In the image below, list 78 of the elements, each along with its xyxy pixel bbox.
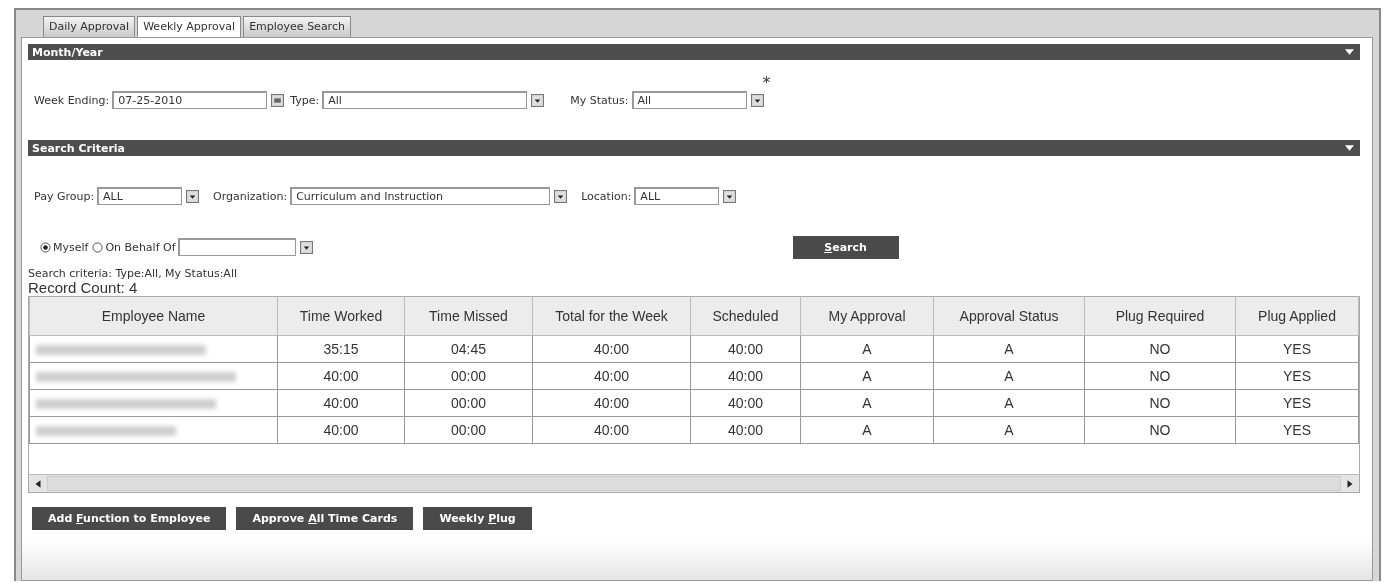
radio-button[interactable] — [40, 241, 51, 253]
column-header[interactable]: My Approval — [800, 296, 934, 336]
column-header[interactable]: Scheduled — [690, 296, 801, 336]
column-header[interactable]: Plug Required — [1084, 296, 1236, 336]
table-cell: NO — [1084, 416, 1236, 444]
field-label: Location: — [581, 189, 632, 203]
required-mark: * — [762, 73, 771, 92]
search-summary: Search criteria: Type:All, My Status:All — [28, 268, 238, 280]
table-cell: A — [800, 389, 934, 417]
table-cell: 00:00 — [404, 362, 533, 390]
table-cell: YES — [1235, 416, 1359, 444]
column-header[interactable]: Approval Status — [933, 296, 1085, 336]
dropdown[interactable]: Curriculum and Instruction — [290, 187, 551, 205]
tab[interactable]: Daily Approval — [43, 16, 136, 37]
dropdown[interactable]: All — [631, 91, 747, 109]
tab[interactable]: Weekly Approval — [137, 16, 242, 37]
table-cell: 00:00 — [404, 389, 533, 417]
radio-label[interactable]: On Behalf Of — [105, 240, 176, 254]
section-header[interactable]: Month/Year — [28, 44, 1360, 60]
column-header[interactable]: Time Missed — [404, 296, 533, 336]
table-cell: A — [933, 416, 1085, 444]
section-header[interactable]: Search Criteria — [28, 140, 1360, 156]
column-header[interactable]: Plug Applied — [1235, 296, 1359, 336]
collapse-icon[interactable] — [1345, 49, 1354, 55]
table-cell: A — [933, 362, 1085, 390]
table-cell: 40:00 — [532, 416, 691, 444]
table-cell: 40:00 — [532, 389, 691, 417]
field-label: My Status: — [570, 93, 629, 107]
table-cell: NO — [1084, 335, 1236, 363]
table-cell: 40:00 — [532, 362, 691, 390]
scroll-right-icon[interactable] — [1345, 478, 1355, 489]
record-count: Record Count: 4 — [28, 280, 139, 296]
table-cell: 40:00 — [532, 335, 691, 363]
table-cell: NO — [1084, 362, 1236, 390]
table-cell: 40:00 — [277, 389, 405, 417]
action-button[interactable]: Weekly Plug — [423, 507, 532, 530]
radio-label[interactable]: Myself — [53, 240, 89, 254]
table-cell: A — [933, 389, 1085, 417]
date-field[interactable]: 07-25-2010 — [112, 91, 268, 109]
table-cell: 35:15 — [277, 335, 405, 363]
field-label: Week Ending: — [34, 93, 110, 107]
table-cell: A — [800, 416, 934, 444]
table-cell: 40:00 — [277, 416, 405, 444]
calendar-icon[interactable] — [271, 93, 285, 107]
collapse-icon[interactable] — [1345, 145, 1354, 151]
column-header[interactable]: Employee Name — [29, 296, 278, 336]
field-label: Organization: — [213, 189, 288, 203]
field-label: Pay Group: — [34, 189, 95, 203]
section-title: Search Criteria — [32, 141, 126, 155]
column-header[interactable]: Time Worked — [277, 296, 405, 336]
table-cell: NO — [1084, 389, 1236, 417]
table-cell: 40:00 — [690, 416, 801, 444]
table-cell: A — [933, 335, 1085, 363]
field-label: Type: — [290, 93, 320, 107]
table-cell: 40:00 — [690, 335, 801, 363]
table-cell: 00:00 — [404, 416, 533, 444]
dropdown[interactable]: ALL — [634, 187, 720, 205]
action-button[interactable]: Add Function to Employee — [32, 507, 227, 530]
dropdown[interactable] — [177, 238, 296, 256]
table-cell: YES — [1235, 335, 1359, 363]
table-cell: A — [800, 362, 934, 390]
search-button[interactable]: Search — [792, 235, 899, 259]
action-button[interactable]: Approve All Time Cards — [236, 507, 414, 530]
table-cell: 40:00 — [277, 362, 405, 390]
table-cell: YES — [1235, 389, 1359, 417]
table-cell: A — [800, 335, 934, 363]
table-cell: 40:00 — [690, 389, 801, 417]
radio-button[interactable] — [92, 241, 104, 253]
table-cell: 04:45 — [404, 335, 533, 363]
dropdown[interactable]: ALL — [97, 187, 183, 205]
scroll-left-icon[interactable] — [33, 478, 43, 489]
column-header[interactable]: Total for the Week — [532, 296, 691, 336]
horizontal-scrollbar[interactable] — [29, 474, 1359, 492]
table-cell: YES — [1235, 362, 1359, 390]
dropdown[interactable]: All — [322, 91, 528, 109]
table-cell: 40:00 — [690, 362, 801, 390]
section-title: Month/Year — [32, 45, 103, 59]
tab[interactable]: Employee Search — [243, 16, 351, 37]
